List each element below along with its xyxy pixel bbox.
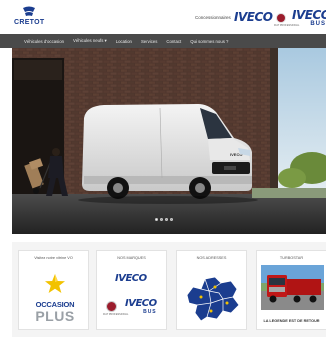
feature-cards: Visitez notre vitrine VO OCCASION PLUS N… (12, 242, 326, 337)
hero-carousel[interactable]: IVECO (12, 48, 326, 234)
main-nav: Véhicules d'occasion Véhicules neufs ▾ L… (0, 34, 326, 48)
cretot-logo-icon (23, 6, 35, 16)
iveco-logo[interactable]: IVECO (234, 10, 273, 24)
nav-services[interactable]: Services (141, 39, 157, 44)
card-brands[interactable]: NOS MARQUES IVECO FIAT PROFESSIONAL IVEC… (96, 250, 167, 330)
carousel-dots (155, 218, 173, 221)
carousel-dot-4[interactable] (170, 218, 173, 221)
iveco-logo: IVECO (115, 273, 147, 284)
cretot-logo[interactable]: CRETOT (14, 6, 44, 32)
fiat-professional-logo (106, 301, 117, 312)
carousel-dot-1[interactable] (155, 218, 158, 221)
iveco-bus-logo[interactable]: IVECO BUS (292, 9, 326, 28)
nav-new-vehicles[interactable]: Véhicules neufs ▾ (73, 38, 107, 44)
card-title: NOS ADRESSES (196, 256, 227, 260)
nav-used-vehicles[interactable]: Véhicules d'occasion (24, 39, 64, 44)
turbostar-truck-image (261, 265, 324, 310)
nav-about[interactable]: Qui sommes nous ? (190, 39, 228, 44)
carousel-dot-3[interactable] (165, 218, 168, 221)
iveco-bus-logo-main: IVECO (292, 8, 326, 22)
iveco-bus-logo-sub: BUS (143, 309, 157, 315)
occasion-plus-logo-bottom: PLUS (35, 308, 75, 324)
card-used-vehicles[interactable]: Visitez notre vitrine VO OCCASION PLUS (18, 250, 89, 330)
fiat-professional-logo[interactable] (276, 13, 286, 23)
iveco-bus-logo: IVECO BUS (125, 298, 157, 316)
hero-image: IVECO (12, 48, 326, 234)
card-turbostar[interactable]: TURBOSTAR LA LEGENDE EST DE RETOUR (256, 250, 326, 330)
carousel-dot-2[interactable] (160, 218, 163, 221)
iveco-bus-logo-sub: BUS (310, 21, 326, 27)
card-title: NOS MARQUES (117, 256, 146, 260)
logo-text: CRETOT (14, 19, 45, 26)
card-title: Visitez notre vitrine VO (34, 256, 73, 260)
card-title: TURBOSTAR (279, 256, 304, 260)
region-map-icon (186, 276, 240, 322)
dealers-link[interactable]: Concessionnaires (195, 15, 231, 20)
turbostar-caption: LA LEGENDE EST DE RETOUR (263, 319, 320, 323)
card-addresses[interactable]: NOS ADRESSES (176, 250, 247, 330)
iveco-bus-logo-main: IVECO (125, 298, 157, 309)
nav-contact[interactable]: Contact (166, 39, 181, 44)
nav-rental[interactable]: Location (116, 39, 132, 44)
star-icon (45, 274, 65, 293)
site-header: CRETOT Concessionnaires IVECO FIAT PROFE… (0, 0, 326, 34)
